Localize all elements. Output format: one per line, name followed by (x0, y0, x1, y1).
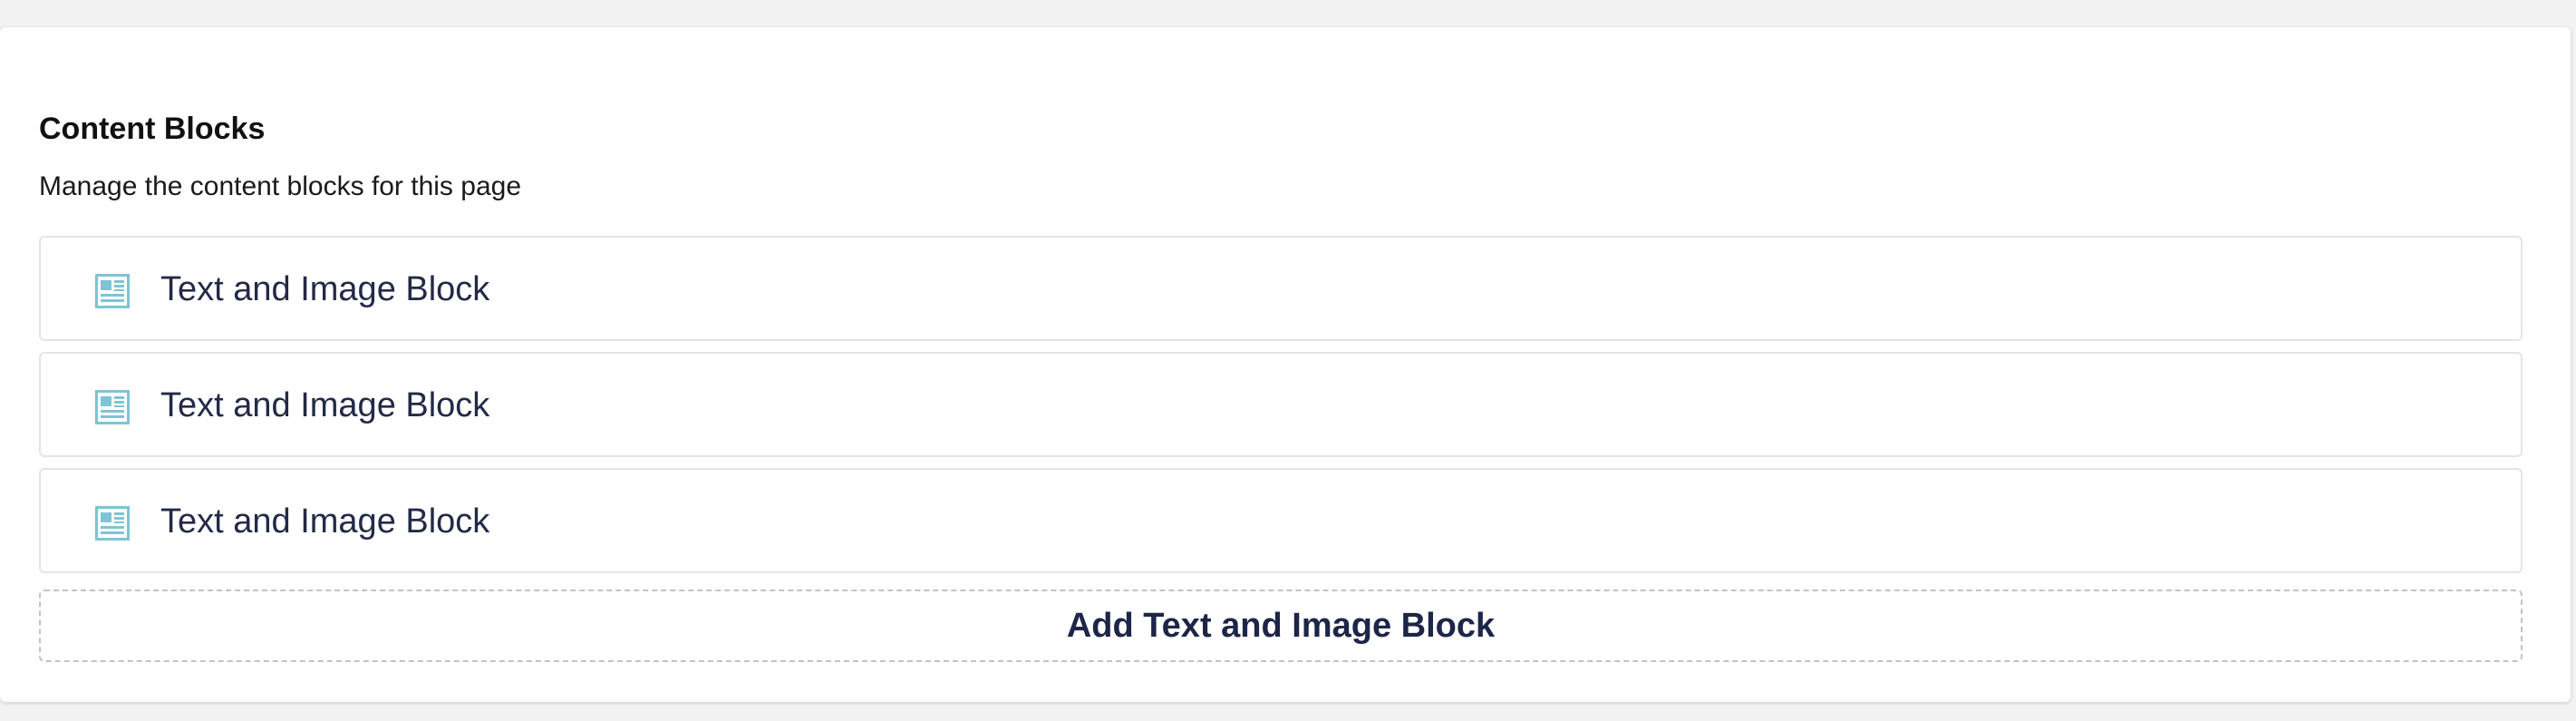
panel-title: Content Blocks (39, 112, 266, 146)
block-item[interactable]: Text and Image Block (39, 468, 2523, 573)
text-image-icon (95, 390, 130, 424)
text-image-icon (95, 274, 130, 308)
add-button-label: Add Text and Image Block (1066, 606, 1496, 645)
panel-description: Manage the content blocks for this page (39, 171, 522, 201)
block-label: Text and Image Block (160, 270, 490, 308)
text-image-icon (95, 506, 130, 541)
block-item[interactable]: Text and Image Block (39, 352, 2523, 457)
content-blocks-panel: Content Blocks Manage the content blocks… (0, 27, 2571, 702)
block-list: Text and Image Block Text and Image Bloc… (39, 236, 2523, 584)
block-label: Text and Image Block (160, 502, 490, 541)
block-label: Text and Image Block (160, 386, 490, 424)
block-item[interactable]: Text and Image Block (39, 236, 2523, 341)
add-text-image-block-button[interactable]: Add Text and Image Block (39, 589, 2523, 662)
